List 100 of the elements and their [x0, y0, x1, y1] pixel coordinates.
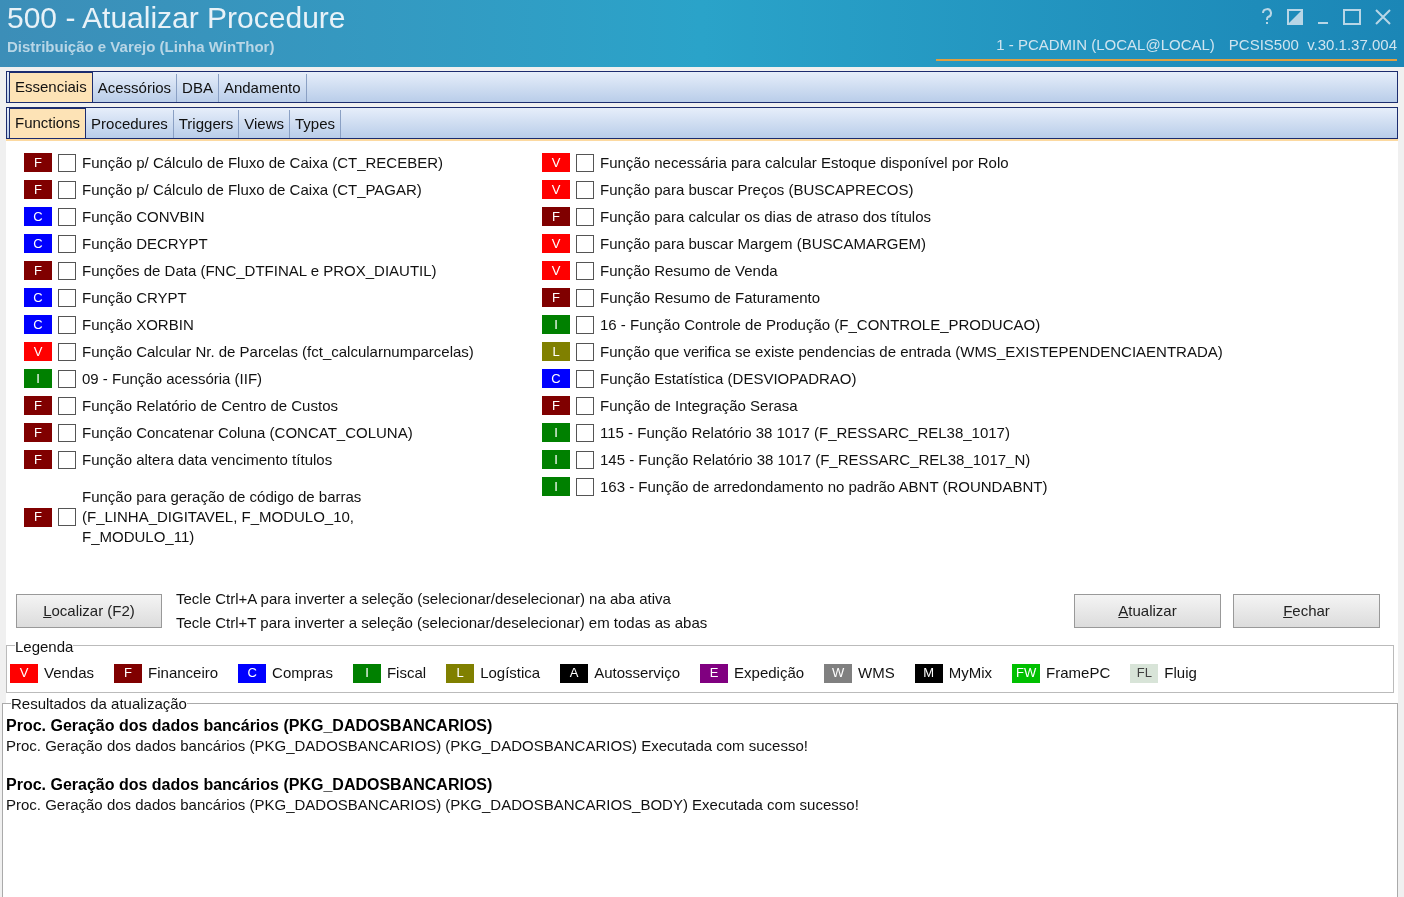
category-badge: C: [542, 369, 570, 388]
checkbox[interactable]: [58, 423, 76, 442]
checkbox[interactable]: [58, 396, 76, 415]
tab[interactable]: Andamento: [218, 74, 307, 102]
checkbox[interactable]: [58, 234, 76, 253]
maximize-icon[interactable]: [1343, 9, 1361, 25]
tab[interactable]: Triggers: [173, 110, 240, 138]
checkbox[interactable]: [576, 180, 594, 199]
hint-text: Tecle Ctrl+T para inverter a seleção (selecionar/deselecionar) em todas as abas: [176, 613, 709, 633]
category-badge: V: [542, 180, 570, 199]
item-label: Função Resumo de Venda: [600, 260, 778, 281]
checkbox[interactable]: [576, 477, 594, 496]
checkbox[interactable]: [58, 261, 76, 280]
button[interactable]: Atualizar: [1074, 594, 1221, 628]
item-label: Função para geração de código de barras (F_LINHA_DIGITAVEL, F_MODULO_10, F_MODULO_11): [82, 487, 363, 547]
legend-label: Vendas: [44, 662, 95, 683]
category-badge: F: [24, 396, 52, 415]
tab[interactable]: Views: [239, 110, 290, 138]
legend-label: Autosserviço: [594, 662, 681, 683]
category-badge: F: [24, 180, 52, 199]
category-badge: V: [542, 234, 570, 253]
item-label: Função Resumo de Faturamento: [600, 287, 821, 308]
window-title: 500 - Atualizar Procedure: [7, 0, 346, 36]
category-badge: I: [542, 315, 570, 334]
legend-label: Logística: [480, 662, 541, 683]
checkbox[interactable]: [58, 342, 76, 361]
checkbox[interactable]: [58, 207, 76, 226]
category-badge: F: [24, 261, 52, 280]
checkbox[interactable]: [576, 288, 594, 307]
item-label: Função CRYPT: [82, 287, 187, 308]
category-badge: F: [24, 423, 52, 442]
result-heading: Proc. Geração dos dados bancários (PKG_DADOSBANCARIOS): [6, 775, 494, 795]
checkbox[interactable]: [58, 508, 76, 526]
category-badge: F: [114, 663, 143, 683]
category-badge: E: [700, 663, 729, 683]
category-badge: F: [542, 396, 570, 415]
checkbox[interactable]: [576, 369, 594, 388]
window-subtitle: Distribuição e Varejo (Linha WinThor): [7, 37, 276, 57]
tab[interactable]: Essenciais: [9, 72, 93, 102]
legend-label: Fiscal: [386, 662, 427, 683]
checkbox[interactable]: [58, 450, 76, 469]
checkbox[interactable]: [576, 396, 594, 415]
checkbox[interactable]: [576, 261, 594, 280]
category-badge: F: [24, 153, 52, 172]
tab[interactable]: Functions: [9, 108, 87, 138]
checkbox[interactable]: [58, 180, 76, 199]
tab[interactable]: Acessórios: [92, 74, 178, 102]
category-badge: I: [542, 450, 570, 469]
item-label: Função para calcular os dias de atraso dos títulos: [600, 206, 932, 227]
version-info: PCSIS500 v.30.1.37.004: [1228, 35, 1397, 55]
item-label: Função de Integração Serasa: [600, 395, 798, 416]
tab[interactable]: DBA: [177, 74, 219, 102]
category-badge: M: [914, 663, 943, 683]
checkbox[interactable]: [58, 369, 76, 388]
item-label: Funções de Data (FNC_DTFINAL e PROX_DIAUTIL): [82, 260, 437, 281]
item-label: 163 - Função de arredondamento no padrão ABNT (ROUNDABNT): [600, 476, 1048, 497]
item-label: Função Estatística (DESVIOPADRAO): [600, 368, 857, 389]
tab[interactable]: Procedures: [86, 110, 174, 138]
checkbox[interactable]: [576, 450, 594, 469]
result-heading: Proc. Geração dos dados bancários (PKG_DADOSBANCARIOS): [6, 716, 494, 736]
item-label: Função para buscar Margem (BUSCAMARGEM): [600, 233, 926, 254]
category-badge: I: [542, 423, 570, 442]
checkbox[interactable]: [576, 153, 594, 172]
result-message: Proc. Geração dos dados bancários (PKG_DADOSBANCARIOS) (PKG_DADOSBANCARIOS) Executada com sucesso!: [6, 736, 809, 756]
result-message: Proc. Geração dos dados bancários (PKG_DADOSBANCARIOS) (PKG_DADOSBANCARIOS_BODY) Executada com sucesso!: [6, 795, 860, 815]
item-label: Função Concatenar Coluna (CONCAT_COLUNA): [82, 422, 413, 443]
close-icon[interactable]: [1375, 9, 1391, 25]
category-badge: L: [446, 663, 475, 683]
tab[interactable]: Types: [290, 110, 341, 138]
legend-label: WMS: [858, 662, 895, 683]
item-label: Função para buscar Preços (BUSCAPRECOS): [600, 179, 914, 200]
checkbox[interactable]: [58, 315, 76, 334]
category-badge: V: [10, 663, 38, 683]
button[interactable]: Localizar (F2): [16, 594, 162, 628]
resize-icon[interactable]: [1287, 9, 1303, 25]
checkbox[interactable]: [58, 153, 76, 172]
item-label: Função que verifica se existe pendencias de entrada (WMS_EXISTEPENDENCIAENTRADA): [600, 341, 1223, 362]
item-label: Função XORBIN: [82, 314, 194, 335]
help-icon[interactable]: [1261, 8, 1273, 26]
button[interactable]: Fechar: [1233, 594, 1380, 628]
checkbox[interactable]: [576, 207, 594, 226]
item-label: 115 - Função Relatório 38 1017 (F_RESSARC_REL38_1017): [600, 422, 1010, 443]
checkbox[interactable]: [576, 342, 594, 361]
hint-text: Tecle Ctrl+A para inverter a seleção (selecionar/deselecionar) na aba ativa: [176, 589, 672, 609]
legend-label: Expedição: [734, 662, 805, 683]
item-label: 09 - Função acessória (IIF): [82, 368, 263, 389]
checkbox[interactable]: [576, 423, 594, 442]
legend-label: Financeiro: [148, 662, 219, 683]
item-label: Função altera data vencimento títulos: [82, 449, 333, 470]
item-label: Função CONVBIN: [82, 206, 205, 227]
item-label: Função necessária para calcular Estoque disponível por Rolo: [600, 152, 1009, 173]
category-badge: I: [542, 477, 570, 496]
checkbox[interactable]: [58, 288, 76, 307]
legend-label: FramePC: [1046, 662, 1111, 683]
category-badge: F: [24, 450, 52, 469]
item-label: Função Relatório de Centro de Custos: [82, 395, 338, 416]
checkbox[interactable]: [576, 315, 594, 334]
checkbox[interactable]: [576, 234, 594, 253]
category-badge: C: [24, 207, 52, 226]
item-label: Função p/ Cálculo de Fluxo de Caixa (CT_PAGAR): [82, 179, 422, 200]
